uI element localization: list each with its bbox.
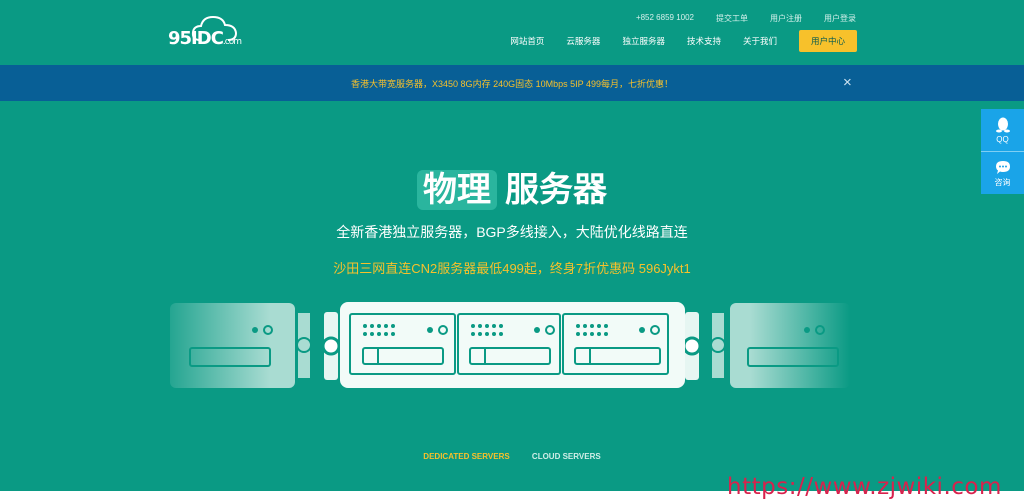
- hero-badge: 物理: [417, 170, 497, 210]
- close-icon[interactable]: ×: [843, 75, 852, 90]
- top-links: +852 6859 1002 提交工单 用户注册 用户登录: [636, 13, 856, 24]
- user-center-button[interactable]: 用户中心: [798, 30, 857, 52]
- hero-promo: 沙田三网直连CN2服务器最低499起，终身7折优惠码 596Jykt1: [333, 261, 691, 276]
- site-header: 95IDC.com +852 6859 1002 提交工单 用户注册 用户登录 …: [0, 0, 1024, 65]
- sidebar-qq-label: QQ: [996, 135, 1009, 144]
- tab-dedicated-servers[interactable]: DEDICATED SERVERS: [423, 452, 509, 461]
- register-link[interactable]: 用户注册: [770, 13, 802, 24]
- main-nav: 网站首页 云服务器 独立服务器 技术支持 关于我们 用户中心: [488, 30, 857, 52]
- nav-dedicated-server[interactable]: 独立服务器: [622, 35, 665, 47]
- hero-title-text: 服务器: [505, 170, 607, 210]
- nav-home[interactable]: 网站首页: [510, 35, 544, 47]
- submit-ticket-link[interactable]: 提交工单: [716, 13, 748, 24]
- promo-banner: 香港大带宽服务器，X3450 8G内存 240G固态 10Mbps 5IP 49…: [0, 65, 1024, 101]
- banner-text[interactable]: 香港大带宽服务器，X3450 8G内存 240G固态 10Mbps 5IP 49…: [0, 77, 1024, 90]
- nav-support[interactable]: 技术支持: [687, 35, 721, 47]
- site-logo[interactable]: 95IDC.com: [168, 14, 248, 50]
- tab-cloud-servers[interactable]: CLOUD SERVERS: [532, 452, 601, 461]
- sidebar-consult[interactable]: 咨询: [981, 152, 1024, 194]
- hero-title: 物理 服务器: [0, 162, 1024, 211]
- phone-number: +852 6859 1002: [635, 13, 694, 22]
- watermark: https://www.zjwiki.com: [727, 474, 1002, 500]
- server-illustration: [150, 298, 850, 393]
- nav-cloud-server[interactable]: 云服务器: [566, 35, 600, 47]
- chat-icon: [995, 161, 1010, 174]
- nav-about[interactable]: 关于我们: [743, 35, 777, 47]
- sidebar-qq[interactable]: QQ: [981, 109, 1024, 151]
- sidebar-consult-label: 咨询: [994, 178, 1011, 187]
- contact-sidebar: QQ 咨询: [981, 109, 1024, 194]
- login-link[interactable]: 用户登录: [824, 13, 856, 24]
- logo-text: 95IDC.com: [168, 28, 242, 49]
- hero-subtitle: 全新香港独立服务器，BGP多线接入，大陆优化线路直连: [336, 224, 688, 240]
- qq-icon: [995, 117, 1010, 133]
- server-tabs: DEDICATED SERVERS CLOUD SERVERS: [0, 452, 1024, 461]
